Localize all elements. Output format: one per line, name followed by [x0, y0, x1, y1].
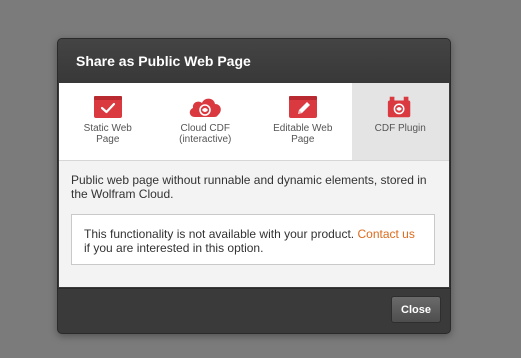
share-dialog: Share as Public Web Page Static Web Page [57, 38, 451, 334]
static-page-check-icon [93, 96, 122, 118]
content-area: Public web page without runnable and dyn… [59, 161, 449, 287]
dialog-footer: Close [58, 288, 450, 333]
notice-tail: if you are interested in this option. [84, 241, 264, 255]
option-label: CDF Plugin [374, 123, 426, 134]
option-label: Cloud CDF (interactive) [179, 123, 232, 145]
option-label: Static Web Page [83, 123, 132, 145]
close-button[interactable]: Close [391, 296, 441, 323]
editable-page-pencil-icon [288, 96, 317, 118]
contact-us-link[interactable]: Contact us [357, 227, 414, 241]
option-cloud-cdf[interactable]: Cloud CDF (interactive) [157, 83, 255, 160]
option-description: Public web page without runnable and dyn… [71, 173, 427, 201]
option-editable-web-page[interactable]: Editable Web Page [254, 83, 352, 160]
option-static-web-page[interactable]: Static Web Page [59, 83, 157, 160]
notice-text: This functionality is not available with… [84, 227, 355, 241]
availability-notice: This functionality is not available with… [71, 214, 435, 265]
option-label: Editable Web Page [273, 123, 333, 145]
share-options: Static Web Page Cloud CDF (interactive) [59, 83, 449, 161]
option-cdf-plugin[interactable]: CDF Plugin [351, 83, 449, 160]
dialog-title: Share as Public Web Page [76, 53, 251, 69]
cloud-cdf-icon [190, 98, 222, 117]
cdf-plugin-icon [388, 96, 411, 118]
dialog-header: Share as Public Web Page [58, 39, 450, 83]
